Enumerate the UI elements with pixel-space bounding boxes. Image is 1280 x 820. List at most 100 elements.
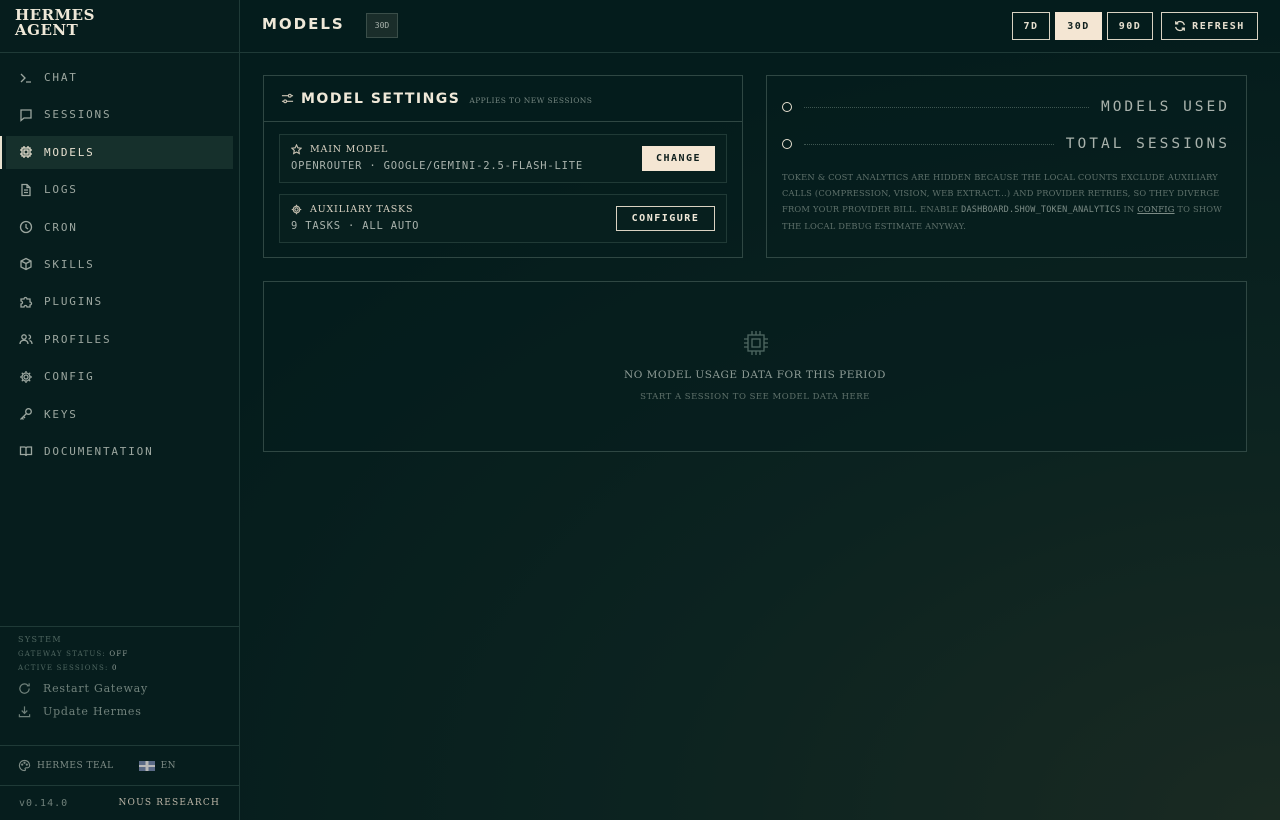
dotted-leader	[804, 106, 1089, 108]
dotted-leader	[804, 143, 1054, 145]
sidebar-item-label: PLUGINS	[44, 295, 103, 309]
model-settings-header: MODEL SETTINGS APPLIES TO NEW SESSIONS	[264, 76, 742, 122]
sidebar-item-label: CRON	[44, 220, 78, 234]
model-usage-panel: NO MODEL USAGE DATA FOR THIS PERIOD STAR…	[263, 281, 1247, 452]
auxiliary-tasks-card: AUXILIARY TASKS 9 TASKS · ALL AUTO CONFI…	[279, 194, 727, 243]
auxiliary-label-row: AUXILIARY TASKS	[291, 204, 413, 215]
sidebar-nav: CHAT SESSIONS MODELS LOGS CRON SKILLS PL…	[0, 53, 239, 468]
period-30d-button[interactable]: 30D	[1055, 12, 1102, 40]
sidebar-item-logs[interactable]: LOGS	[6, 173, 233, 206]
sidebar-item-label: CONFIG	[44, 370, 95, 384]
sidebar-item-skills[interactable]: SKILLS	[6, 248, 233, 281]
period-7d-button[interactable]: 7D	[1012, 12, 1050, 40]
system-panel: SYSTEM GATEWAY STATUS: OFF ACTIVE SESSIO…	[0, 626, 239, 726]
clock-icon	[19, 220, 33, 234]
models-used-indicator	[782, 102, 792, 112]
config-key: DASHBOARD.SHOW_TOKEN_ANALYTICS	[961, 205, 1121, 215]
sidebar-item-label: SKILLS	[44, 257, 95, 271]
sidebar-item-label: SESSIONS	[44, 108, 112, 122]
notice-text: IN	[1120, 204, 1138, 214]
chip-icon	[19, 145, 33, 159]
theme-selector[interactable]: HERMES TEAL	[18, 759, 114, 772]
analytics-notice: TOKEN & COST ANALYTICS ARE HIDDEN BECAUS…	[782, 169, 1237, 234]
config-link[interactable]: CONFIG	[1137, 204, 1174, 214]
sidebar-item-label: KEYS	[44, 407, 78, 421]
language-selector[interactable]: EN	[138, 760, 177, 771]
auxiliary-value: 9 TASKS · ALL AUTO	[291, 220, 420, 232]
app-root: HERMES AGENT CHAT SESSIONS MODELS LOGS C…	[0, 0, 1280, 820]
empty-state-subtitle: START A SESSION TO SEE MODEL DATA HERE	[640, 392, 870, 402]
main-model-label: MAIN MODEL	[310, 144, 389, 155]
page-header: MODELS 30D 7D 30D 90D REFRESH	[240, 0, 1280, 53]
palette-icon	[18, 759, 31, 772]
active-sessions-value: 0	[112, 664, 118, 672]
sidebar-item-cron[interactable]: CRON	[6, 211, 233, 244]
model-settings-subtitle: APPLIES TO NEW SESSIONS	[469, 95, 593, 105]
restart-gateway-button[interactable]: Restart Gateway	[18, 682, 221, 695]
sidebar: HERMES AGENT CHAT SESSIONS MODELS LOGS C…	[0, 0, 240, 820]
flag-icon	[138, 760, 155, 771]
total-sessions-indicator	[782, 139, 792, 149]
auxiliary-label: AUXILIARY TASKS	[310, 204, 414, 215]
sidebar-item-documentation[interactable]: DOCUMENTATION	[6, 435, 233, 468]
sidebar-item-models[interactable]: MODELS	[0, 135, 233, 169]
message-icon	[19, 108, 33, 122]
sidebar-item-chat[interactable]: CHAT	[6, 61, 233, 94]
theme-language-row: HERMES TEAL EN	[0, 745, 239, 785]
change-model-button[interactable]: CHANGE	[642, 146, 715, 171]
refresh-button[interactable]: REFRESH	[1161, 12, 1258, 40]
gear-icon	[291, 204, 302, 215]
download-icon	[18, 706, 31, 718]
main-model-label-row: MAIN MODEL	[291, 144, 388, 155]
brand-logo: HERMES AGENT	[15, 6, 95, 39]
sidebar-item-label: CHAT	[44, 71, 78, 84]
refresh-icon	[19, 683, 30, 694]
key-icon	[19, 407, 33, 421]
sidebar-item-label: DOCUMENTATION	[44, 444, 154, 458]
book-icon	[19, 444, 33, 458]
gateway-status-label: GATEWAY STATUS:	[18, 650, 106, 658]
restart-gateway-label: Restart Gateway	[43, 682, 149, 695]
total-sessions-label: TOTAL SESSIONS	[1065, 136, 1230, 152]
brand[interactable]: HERMES AGENT	[0, 0, 239, 53]
nous-research-link[interactable]: NOUS RESEARCH	[118, 798, 220, 808]
period-badge: 30D	[366, 13, 398, 38]
gateway-status-value: OFF	[109, 650, 129, 658]
theme-name: HERMES TEAL	[37, 760, 114, 771]
sidebar-item-sessions[interactable]: SESSIONS	[6, 98, 233, 131]
period-90d-button[interactable]: 90D	[1107, 12, 1153, 40]
version-label: v0.14.0	[19, 797, 69, 809]
sidebar-item-label: MODELS	[44, 145, 95, 159]
sidebar-item-config[interactable]: CONFIG	[6, 360, 233, 393]
puzzle-icon	[19, 295, 33, 309]
package-icon	[19, 257, 33, 271]
configure-button[interactable]: CONFIGURE	[616, 206, 715, 231]
update-hermes-button[interactable]: Update Hermes	[18, 705, 221, 718]
sidebar-item-label: PROFILES	[44, 332, 112, 346]
main-model-card: MAIN MODEL OPENROUTER · GOOGLE/GEMINI-2.…	[279, 134, 727, 183]
models-used-row: MODELS USED	[782, 97, 1230, 117]
sidebar-footer: v0.14.0 NOUS RESEARCH	[0, 785, 239, 820]
empty-state-title: NO MODEL USAGE DATA FOR THIS PERIOD	[624, 369, 886, 381]
language-code: EN	[160, 760, 177, 771]
models-used-label: MODELS USED	[1100, 99, 1230, 115]
main-model-value: OPENROUTER · GOOGLE/GEMINI-2.5-FLASH-LIT…	[291, 160, 583, 172]
file-icon	[19, 183, 33, 197]
active-sessions-label: ACTIVE SESSIONS:	[18, 664, 109, 672]
sidebar-item-plugins[interactable]: PLUGINS	[6, 285, 233, 318]
active-sessions: ACTIVE SESSIONS: 0	[18, 664, 221, 672]
star-icon	[291, 144, 302, 155]
model-settings-title: MODEL SETTINGS	[301, 90, 461, 107]
refresh-label: REFRESH	[1192, 20, 1245, 32]
usage-stats-panel: MODELS USED TOTAL SESSIONS TOKEN & COST …	[766, 75, 1247, 258]
total-sessions-row: TOTAL SESSIONS	[782, 134, 1230, 154]
sliders-icon	[281, 93, 294, 104]
refresh-icon	[1175, 20, 1186, 32]
gear-icon	[19, 370, 33, 384]
sidebar-item-keys[interactable]: KEYS	[6, 398, 233, 431]
page-title: MODELS	[262, 15, 345, 33]
sidebar-item-profiles[interactable]: PROFILES	[6, 323, 233, 356]
sidebar-item-label: LOGS	[44, 183, 78, 197]
model-settings-panel: MODEL SETTINGS APPLIES TO NEW SESSIONS M…	[263, 75, 743, 258]
gateway-status: GATEWAY STATUS: OFF	[18, 650, 221, 658]
